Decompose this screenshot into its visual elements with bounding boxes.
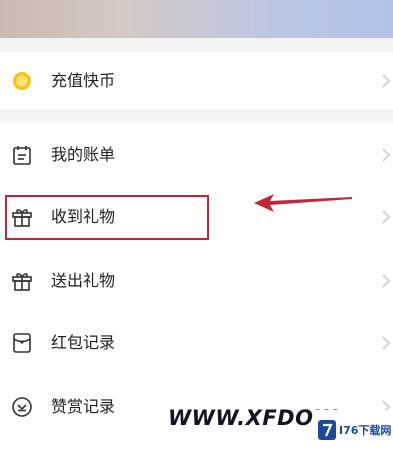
chevron-right-icon <box>382 74 391 88</box>
highlight-box <box>5 195 209 240</box>
appreciation-icon <box>12 397 32 417</box>
menu-item-label: 赞赏记录 <box>51 397 116 416</box>
chevron-right-icon <box>382 336 391 350</box>
menu-item-label: 充值快币 <box>51 71 116 90</box>
recharge-card: 充值快币 <box>0 52 393 109</box>
menu-item-label: 我的账单 <box>51 145 116 164</box>
menu-item-bills[interactable]: 我的账单 <box>0 126 393 184</box>
site-logo: I76下载网 <box>313 410 393 455</box>
top-banner <box>0 0 393 38</box>
coin-icon <box>13 72 31 90</box>
chevron-right-icon <box>382 148 391 162</box>
chevron-right-icon <box>382 274 391 288</box>
bill-icon <box>13 146 31 165</box>
site-logo-icon <box>318 420 336 440</box>
menu-item-label: 送出礼物 <box>51 271 116 290</box>
watermark-text: WWW.XFDOW <box>168 406 338 430</box>
arrow-left-icon <box>254 194 352 212</box>
red-envelope-icon <box>13 333 31 353</box>
menu-item-sent-gifts[interactable]: 送出礼物 <box>0 252 393 310</box>
gift-icon <box>12 273 32 291</box>
chevron-right-icon <box>382 210 391 224</box>
menu-item-recharge[interactable]: 充值快币 <box>0 52 393 110</box>
menu-item-red-envelope-records[interactable]: 红包记录 <box>0 314 393 372</box>
site-logo-text: I76下载网 <box>339 424 392 437</box>
menu-item-label: 红包记录 <box>51 333 116 352</box>
